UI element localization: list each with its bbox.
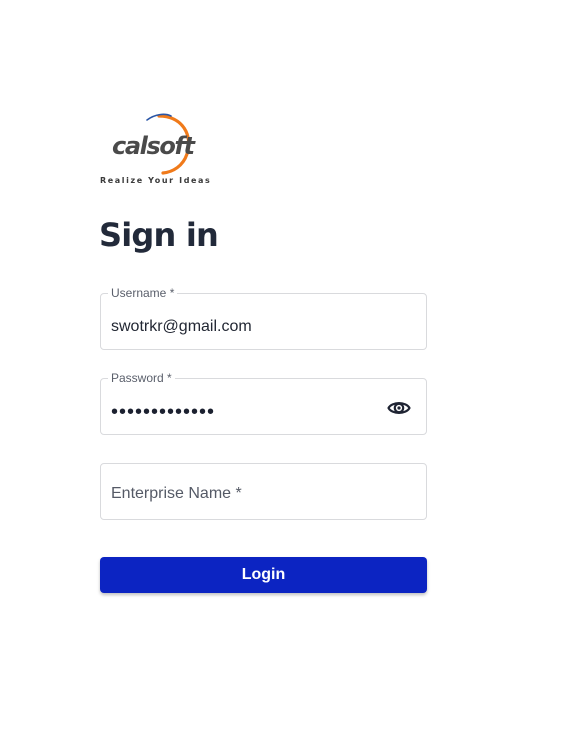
svg-text:calsoft: calsoft — [112, 132, 196, 160]
username-value[interactable]: swotrkr@gmail.com — [111, 294, 252, 351]
login-button[interactable]: Login — [100, 557, 427, 593]
enterprise-name-placeholder: Enterprise Name * — [111, 485, 242, 502]
username-field[interactable]: Username * swotrkr@gmail.com — [100, 285, 427, 351]
eye-icon[interactable] — [387, 397, 411, 419]
enterprise-name-field[interactable]: Enterprise Name * — [100, 463, 427, 520]
page-title: Sign in — [99, 216, 219, 254]
brand-tagline: Realize Your Ideas — [100, 176, 212, 185]
password-value[interactable]: ••••••••••••• — [111, 379, 215, 436]
password-field[interactable]: Password * ••••••••••••• — [100, 370, 427, 436]
